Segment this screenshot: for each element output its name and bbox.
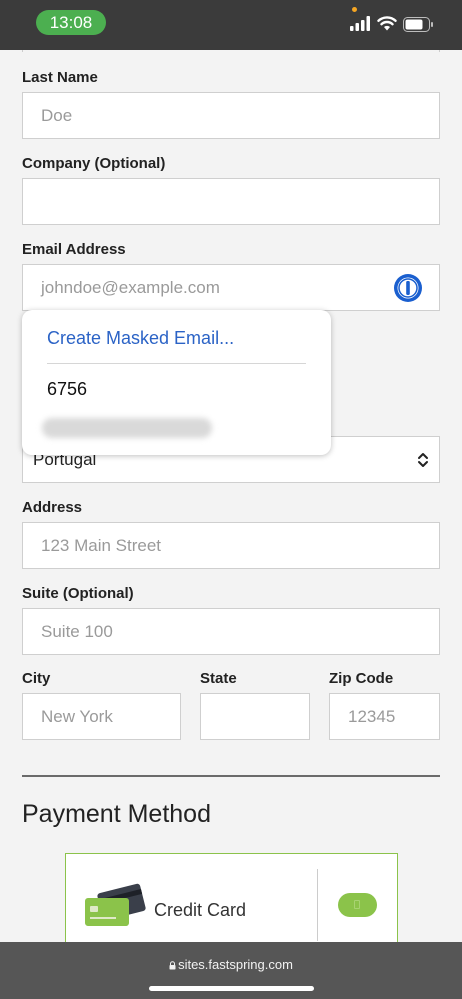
select-chevrons-icon: [418, 453, 428, 467]
payment-method-heading: Payment Method: [22, 800, 211, 828]
address-label: Address: [22, 499, 83, 516]
status-bar: 13:08: [0, 0, 462, 50]
url-display[interactable]: sites.fastspring.com: [0, 957, 462, 972]
address-input[interactable]: 123 Main Street: [22, 522, 440, 569]
last-name-label: Last Name: [22, 69, 98, 86]
credit-card-label: Credit Card: [154, 900, 247, 920]
city-label: City: [22, 670, 51, 687]
cellular-signal-icon: [350, 16, 370, 31]
password-manager-icon[interactable]: [393, 273, 423, 303]
mic-indicator-icon: [352, 7, 357, 12]
previous-field-edge: [22, 50, 440, 52]
suite-label: Suite (Optional): [22, 585, 134, 602]
lock-icon: [169, 961, 176, 970]
email-placeholder: johndoe@example.com: [41, 277, 220, 297]
last-name-input[interactable]: Doe: [22, 92, 440, 139]
home-indicator[interactable]: [149, 986, 314, 991]
autofill-popup: Create Masked Email... 6756: [22, 310, 331, 455]
suite-input[interactable]: Suite 100: [22, 608, 440, 655]
popup-divider: [47, 363, 306, 364]
create-masked-email-option[interactable]: Create Masked Email...: [47, 328, 234, 349]
email-label: Email Address: [22, 241, 126, 258]
city-input[interactable]: New York: [22, 693, 181, 740]
company-label: Company (Optional): [22, 155, 166, 172]
url-text: sites.fastspring.com: [178, 957, 293, 972]
browser-address-bar[interactable]: sites.fastspring.com: [0, 942, 462, 999]
email-input[interactable]: johndoe@example.com: [22, 264, 440, 311]
autofill-suggestion-email-redacted[interactable]: [42, 418, 212, 438]
battery-icon: [403, 17, 433, 32]
zip-label: Zip Code: [329, 670, 394, 687]
section-divider: [22, 775, 440, 777]
card-separator: [317, 869, 318, 941]
select-payment-toggle[interactable]: [338, 893, 377, 917]
toggle-mark-icon: [354, 900, 360, 909]
zip-input[interactable]: 12345: [329, 693, 440, 740]
credit-card-icon: [85, 883, 146, 926]
company-input[interactable]: [22, 178, 440, 225]
state-input[interactable]: [200, 693, 310, 740]
autofill-suggestion-code[interactable]: 6756: [47, 379, 87, 400]
wifi-icon: [377, 16, 397, 31]
status-time: 13:08: [36, 10, 106, 35]
state-label: State: [200, 670, 237, 687]
